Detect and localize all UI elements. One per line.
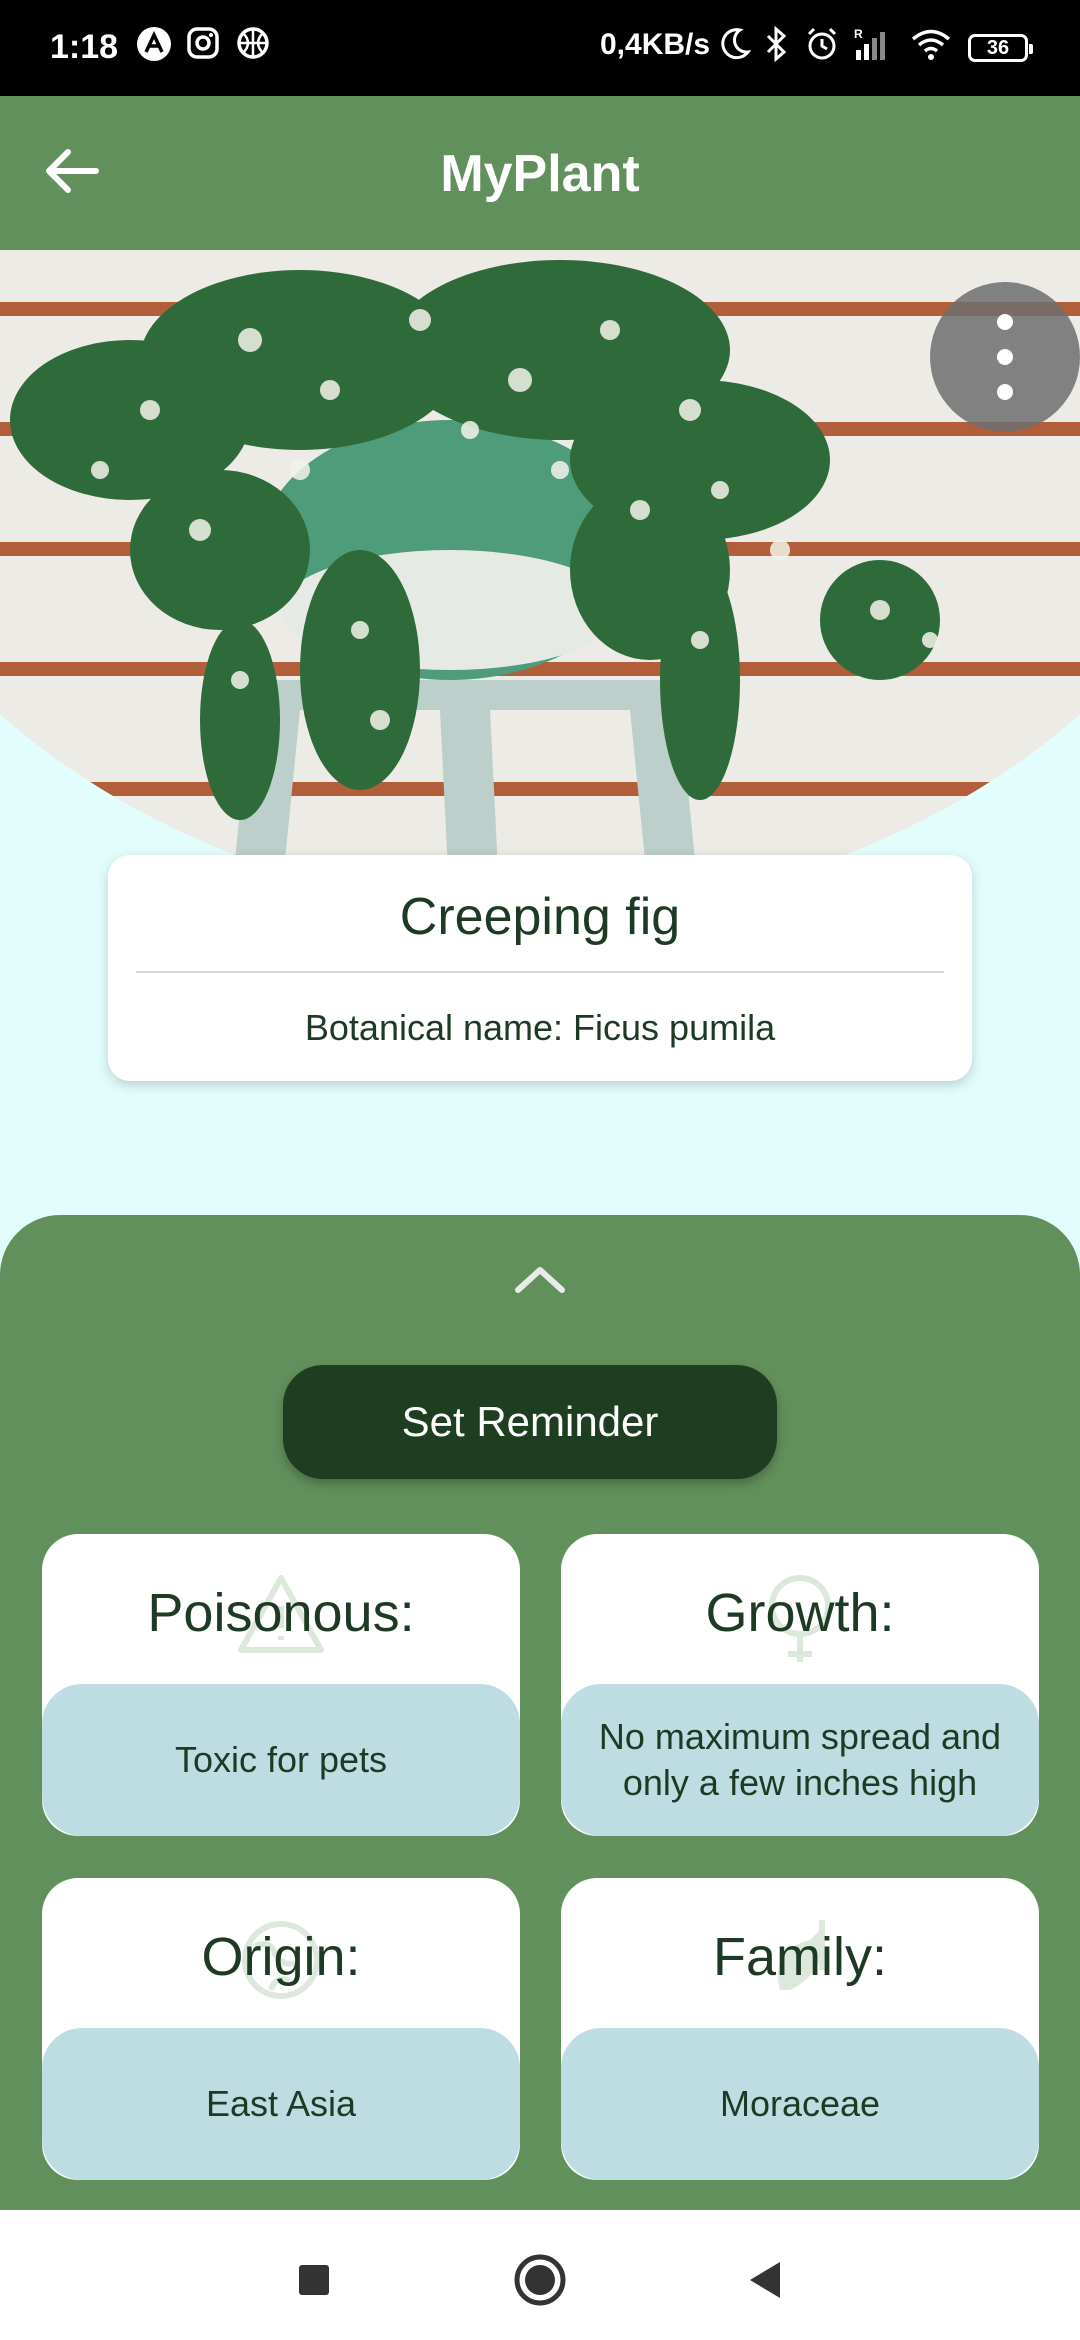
back-triangle-icon[interactable] [736, 2250, 796, 2310]
card-title: Family: [713, 1927, 887, 1987]
card-value: No maximum spread and only a few inches … [561, 1684, 1039, 1836]
svg-text:R: R [854, 27, 863, 41]
wifi-icon [911, 29, 951, 60]
plant-photo [0, 250, 1080, 910]
alarm-icon [807, 27, 837, 60]
details-sheet[interactable]: Set Reminder Poisonous: Toxic for pets G… [0, 1215, 1080, 2210]
more-options-button[interactable] [930, 282, 1080, 432]
card-title: Origin: [201, 1927, 361, 1987]
plant-name-card: Creeping fig Botanical name: Ficus pumil… [108, 855, 972, 1081]
chevron-up-icon[interactable] [512, 1260, 568, 1296]
growth-card: Growth: No maximum spread and only a few… [561, 1534, 1039, 1836]
basketball-icon [237, 27, 269, 59]
card-value: Moraceae [561, 2028, 1039, 2180]
a-icon [137, 27, 171, 61]
network-speed: 0,4KB/s [600, 28, 711, 61]
family-card: Family: Moraceae [561, 1878, 1039, 2180]
bluetooth-icon [766, 26, 787, 62]
card-value: East Asia [42, 2028, 520, 2180]
moon-icon [721, 28, 752, 60]
card-title: Growth: [705, 1583, 895, 1643]
status-bar: 1:18 0,4KB/s R 36 [0, 0, 1080, 96]
card-title: Poisonous: [147, 1583, 415, 1643]
signal-icon: R [854, 27, 885, 60]
plant-illustration [0, 250, 1080, 910]
system-nav-bar [0, 2210, 1080, 2340]
set-reminder-button[interactable]: Set Reminder [283, 1365, 777, 1479]
botanical-name: Botanical name: Ficus pumila [304, 1007, 776, 1048]
instagram-icon [187, 27, 219, 59]
status-time: 1:18 [50, 28, 119, 66]
origin-card: Origin: East Asia [42, 1878, 520, 2180]
recents-square-icon[interactable] [284, 2250, 344, 2310]
divider [136, 971, 944, 973]
common-name: Creeping fig [399, 888, 681, 946]
home-circle-icon[interactable] [510, 2250, 570, 2310]
card-value: Toxic for pets [42, 1684, 520, 1836]
battery-icon: 36 [968, 34, 1033, 62]
app-bar: MyPlant [0, 96, 1080, 250]
poisonous-card: Poisonous: Toxic for pets [42, 1534, 520, 1836]
more-vert-icon [930, 282, 1080, 432]
app-title: MyPlant [440, 145, 640, 203]
